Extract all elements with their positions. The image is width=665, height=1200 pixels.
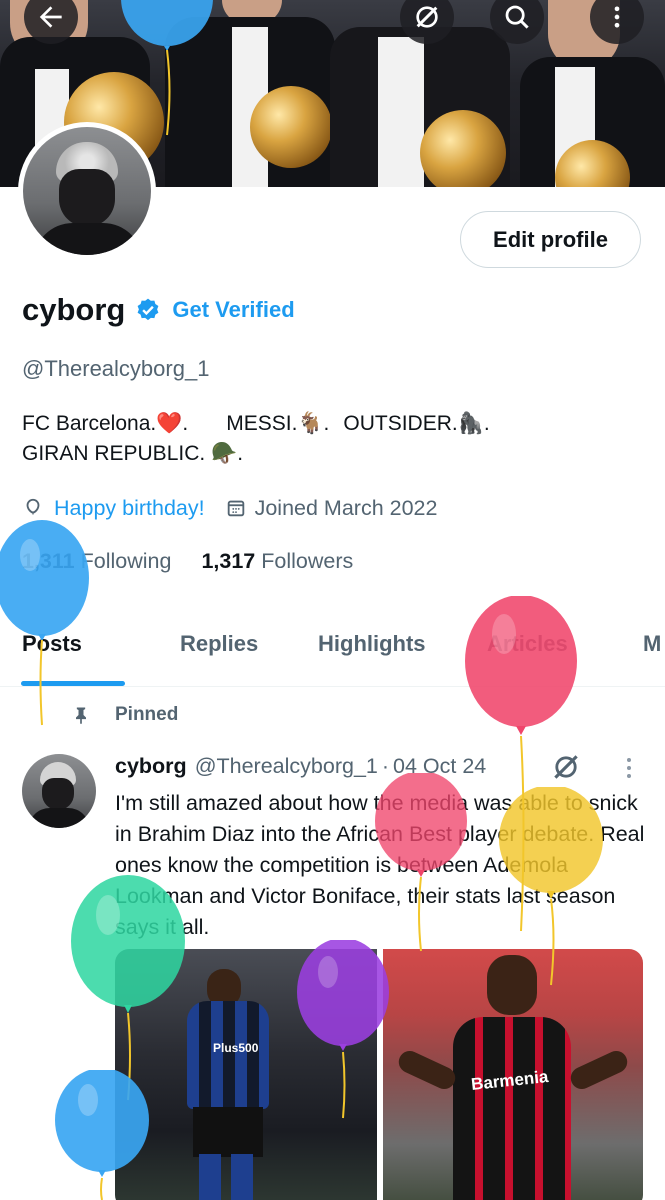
birthday-link[interactable]: Happy birthday! [54,496,205,521]
post-author-name[interactable]: cyborg [115,754,187,779]
bio-segment: MESSI.🐐. [226,412,330,435]
avatar-image [23,127,151,255]
profile-tabs: Posts Replies Highlights Articles M [0,615,665,687]
profile-bio: FC Barcelona.❤️. MESSI.🐐. OUTSIDER.🦍. GIRA… [22,409,642,469]
active-tab-indicator [21,681,125,686]
get-verified-link[interactable]: Get Verified [172,297,294,323]
verified-badge-icon [137,298,159,321]
calendar-icon [227,500,244,517]
grok-icon [416,6,438,28]
post-text: I'm still amazed about how the media was… [115,791,645,939]
profile-avatar[interactable] [18,122,156,260]
tab-more[interactable]: M [643,631,661,657]
profile-name-row: cyborg Get Verified [22,290,295,330]
followers-link[interactable]: 1,317 Followers [201,549,353,574]
profile-name: cyborg [22,292,126,327]
banner-person-shirt [378,37,424,187]
post-separator: · [381,753,390,778]
balloon-icon [26,498,40,515]
profile-handle: @Therealcyborg_1 [22,356,210,381]
post-image-left[interactable]: Plus500 [115,949,377,1200]
joined-date: Joined March 2022 [254,495,438,520]
tab-posts[interactable]: Posts [22,631,82,657]
banner-ballon-dor [420,110,506,187]
following-link[interactable]: 1,311 Following [22,549,171,574]
profile-meta: Happy birthday! Joined March 2022 [22,493,437,523]
bio-segment: FC Barcelona.❤️. [22,412,189,435]
post-author-handle: @Therealcyborg_1 [194,753,378,778]
search-icon [505,5,529,29]
post-grok-icon[interactable] [549,750,583,784]
jersey-sponsor-text: Plus500 [213,1041,259,1055]
post-image-right[interactable]: Barmenia [383,949,643,1200]
edit-profile-button[interactable]: Edit profile [460,211,641,268]
pinned-indicator: Pinned [71,704,178,726]
post-date: 04 Oct 24 [393,753,487,778]
following-label: Following [80,548,172,573]
followers-label: Followers [261,548,354,573]
arrow-left-icon [39,6,62,28]
bio-segment: GIRAN REPUBLIC. 🪖. [22,442,244,465]
bio-segment: OUTSIDER.🦍. [343,412,490,435]
pin-icon [76,707,86,725]
post-header: cyborg @Therealcyborg_1 · 04 Oct 24 [115,751,486,781]
following-count: 1,311 [22,548,75,573]
banner-ballon-dor [250,86,332,168]
tab-highlights[interactable]: Highlights [318,631,426,657]
tab-articles[interactable]: Articles [487,631,568,657]
post-avatar[interactable] [22,754,96,828]
more-vertical-icon [614,6,620,28]
post-more-icon[interactable] [619,756,639,780]
follow-stats: 1,311 Following 1,317 Followers [22,546,353,576]
tab-replies[interactable]: Replies [180,631,258,657]
followers-count: 1,317 [201,548,256,573]
pinned-label: Pinned [115,704,179,725]
